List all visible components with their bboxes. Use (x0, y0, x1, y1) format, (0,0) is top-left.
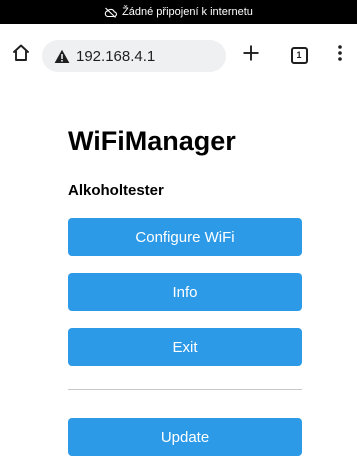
new-tab-button[interactable] (238, 42, 264, 68)
tab-switcher-icon: 1 (290, 46, 308, 64)
url-text: 192.168.4.1 (76, 47, 156, 65)
plus-icon (242, 44, 260, 67)
address-bar[interactable]: 192.168.4.1 (42, 40, 226, 72)
divider (68, 389, 302, 390)
tab-switcher-button[interactable]: 1 (286, 42, 312, 68)
browser-toolbar: 192.168.4.1 1 (0, 24, 357, 86)
page-title: WiFiManager (68, 126, 236, 156)
home-button[interactable] (8, 42, 34, 68)
status-bar-text: Žádné připojení k internetu (122, 6, 253, 18)
cloud-off-icon (104, 7, 118, 18)
web-page-content: WiFiManager Alkoholtester Configure WiFi… (0, 86, 357, 456)
exit-button[interactable]: Exit (68, 328, 302, 366)
update-button[interactable]: Update (68, 418, 302, 456)
more-vertical-icon (337, 44, 343, 67)
configure-wifi-button[interactable]: Configure WiFi (68, 218, 302, 256)
home-icon (11, 43, 31, 68)
device-name: Alkoholtester (68, 182, 164, 199)
system-status-bar: Žádné připojení k internetu (0, 0, 357, 24)
info-button[interactable]: Info (68, 273, 302, 311)
browser-menu-button[interactable] (330, 42, 350, 68)
not-secure-warning-icon[interactable] (54, 48, 70, 64)
